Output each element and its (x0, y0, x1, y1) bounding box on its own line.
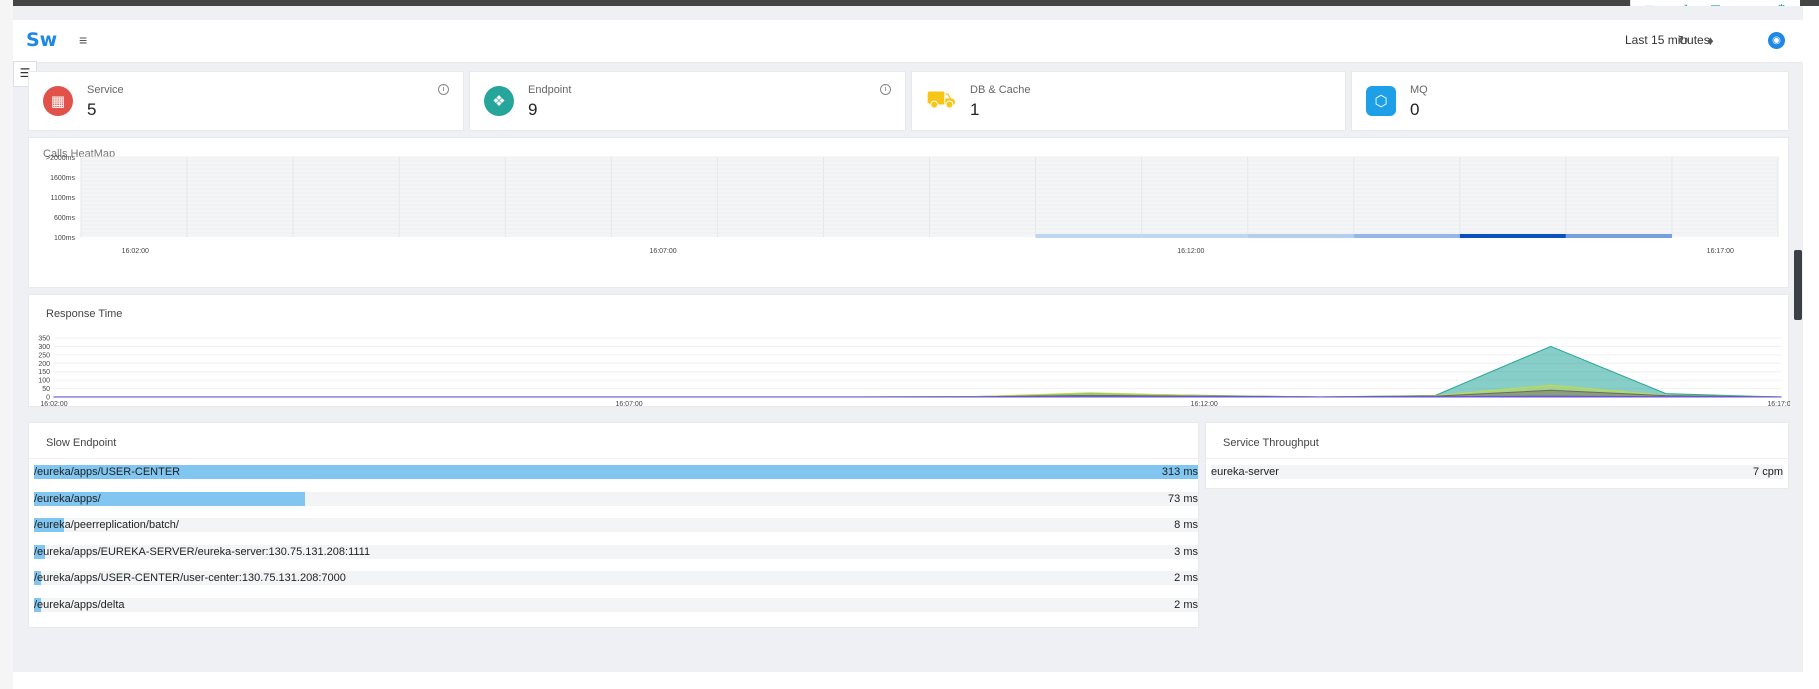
resp-y-tick: 50 (42, 386, 50, 393)
db-cache-card-value: 1 (970, 100, 980, 119)
heatmap-x-tick: 16:12:00 (1177, 248, 1204, 255)
resp-y-tick: 200 (38, 361, 50, 368)
throughput-value: 7 cpm (1753, 466, 1783, 478)
resp-x-tick: 16:17:00 (1767, 401, 1790, 408)
slow-endpoint-ms: 73 ms (1168, 492, 1198, 505)
skywalking-app: Sw ≡ Last 15 minutes ↻ ♦ ◉ ☰ ▦ Service 5… (13, 6, 1803, 672)
heatmap-cell (1141, 234, 1248, 238)
endpoint-card[interactable]: ❖ Endpoint 9 i (469, 71, 906, 131)
menu-collapse-icon[interactable]: ≡ (79, 32, 87, 48)
heatmap-y-tick: 1100ms (51, 195, 76, 202)
resp-y-tick: 150 (38, 369, 50, 376)
slow-endpoint-name: /eureka/peerreplication/batch/ (34, 519, 179, 532)
endpoint-card-label: Endpoint (528, 84, 572, 96)
heatmap-y-tick: 600ms (54, 215, 76, 222)
mq-card[interactable]: ⬡ MQ 0 (1351, 71, 1789, 131)
slow-endpoint-row[interactable]: /eureka/apps/73 ms (34, 491, 1198, 506)
slow-endpoint-ms: 3 ms (1174, 545, 1198, 558)
db-cache-card-label: DB & Cache (970, 84, 1031, 96)
heatmap-x-tick: 16:07:00 (649, 248, 676, 255)
service-card-label: Service (87, 84, 124, 96)
service-throughput-panel: Service Throughput eureka-server 7 cpm (1205, 422, 1790, 489)
slow-endpoint-ms: 2 ms (1174, 599, 1198, 611)
slow-endpoint-ms: 313 ms (1161, 466, 1198, 478)
heatmap-cell (1565, 234, 1672, 238)
calls-heatmap-panel: Calls HeatMap >2000ms 1600ms 1100ms 600ms 10… (28, 137, 1789, 288)
info-icon[interactable]: i (438, 84, 449, 95)
info-icon[interactable]: i (880, 84, 891, 95)
time-range-picker[interactable]: Last 15 minutes (1625, 33, 1710, 47)
slow-endpoint-name: /eureka/apps/USER-CENTER/user-center:130… (34, 572, 346, 585)
slow-endpoint-row[interactable]: /eureka/apps/EUREKA-SERVER/eureka-server… (34, 544, 1198, 559)
resp-x-tick: 16:12:00 (1191, 401, 1218, 408)
service-card-value: 5 (87, 100, 97, 119)
resp-x-tick: 16:07:00 (615, 401, 642, 408)
heatmap-y-tick: >2000ms (46, 155, 75, 162)
service-grid-icon: ▦ (43, 86, 73, 116)
database-icon: ⛟ (926, 86, 956, 116)
slow-endpoint-ms: 8 ms (1174, 519, 1198, 532)
resp-y-tick: 300 (38, 344, 50, 351)
heatmap-cell (1353, 234, 1460, 238)
service-card[interactable]: ▦ Service 5 i (28, 71, 464, 131)
refresh-icon[interactable]: ↻ (1678, 33, 1689, 49)
slow-endpoint-row[interactable]: /eureka/apps/delta 2 ms (34, 598, 1198, 612)
response-time-chart: 05010015020025030035016:02:00 16:07:00 16:… (38, 336, 1790, 409)
resp-y-tick: 100 (38, 378, 50, 385)
heatmap-y-tick: 1600ms (50, 175, 75, 182)
slow-endpoint-panel: Slow Endpoint /eureka/apps/USER-CENTER 31… (28, 422, 1200, 628)
window-frame-left (0, 0, 13, 689)
slow-endpoint-bar (34, 465, 1198, 479)
mq-card-label: MQ (1410, 84, 1428, 96)
slow-endpoint-row[interactable]: /eureka/peerreplication/batch/8 ms (34, 518, 1198, 533)
resp-y-tick: 350 (38, 336, 50, 343)
slow-endpoint-name: /eureka/apps/USER-CENTER (34, 466, 181, 478)
heatmap-cell (1035, 234, 1142, 238)
skywalking-logo[interactable]: Sw (26, 29, 57, 51)
endpoint-share-icon: ❖ (484, 86, 514, 116)
throughput-service-name: eureka-server (1211, 466, 1279, 478)
slow-endpoint-title: Slow Endpoint (46, 437, 117, 449)
throughput-row[interactable]: eureka-server 7 cpm (1211, 465, 1783, 479)
scrollbar-thumb[interactable] (1794, 250, 1802, 320)
slow-endpoint-row[interactable]: /eureka/apps/USER-CENTER 313 ms (34, 465, 1198, 479)
slow-endpoint-ms: 2 ms (1174, 572, 1198, 585)
bell-icon[interactable]: ♦ (1707, 33, 1714, 48)
heatmap-cell (1247, 234, 1354, 238)
db-cache-card[interactable]: ⛟ DB & Cache 1 (911, 71, 1346, 131)
mq-card-value: 0 (1410, 100, 1420, 119)
slow-endpoint-name: /eureka/apps/EUREKA-SERVER/eureka-server… (34, 545, 371, 558)
user-avatar-icon[interactable]: ◉ (1768, 32, 1785, 49)
top-header: Sw ≡ Last 15 minutes ↻ ♦ ◉ (13, 20, 1803, 63)
endpoint-card-value: 9 (528, 100, 538, 119)
slow-endpoint-name: /eureka/apps/ (34, 492, 101, 505)
heatmap-chart: >2000ms 1600ms 1100ms 600ms 100ms 16:02:00 16:… (46, 155, 1779, 255)
service-throughput-title: Service Throughput (1223, 437, 1319, 449)
heatmap-y-tick: 100ms (54, 235, 76, 242)
heatmap-x-tick: 16:17:00 (1707, 248, 1734, 255)
resp-x-tick: 16:02:00 (40, 401, 67, 408)
heatmap-x-tick: 16:02:00 (122, 248, 149, 255)
heatmap-cell (1459, 234, 1566, 238)
mq-hexagon-icon: ⬡ (1366, 86, 1396, 116)
slow-endpoint-name: /eureka/apps/delta (34, 599, 125, 611)
response-time-panel: Response Time 0 50 100 150 200 250 300 350 16:02… (28, 294, 1790, 409)
resp-y-tick: 250 (38, 352, 50, 359)
slow-endpoint-row[interactable]: /eureka/apps/USER-CENTER/user-center:130… (34, 571, 1198, 586)
